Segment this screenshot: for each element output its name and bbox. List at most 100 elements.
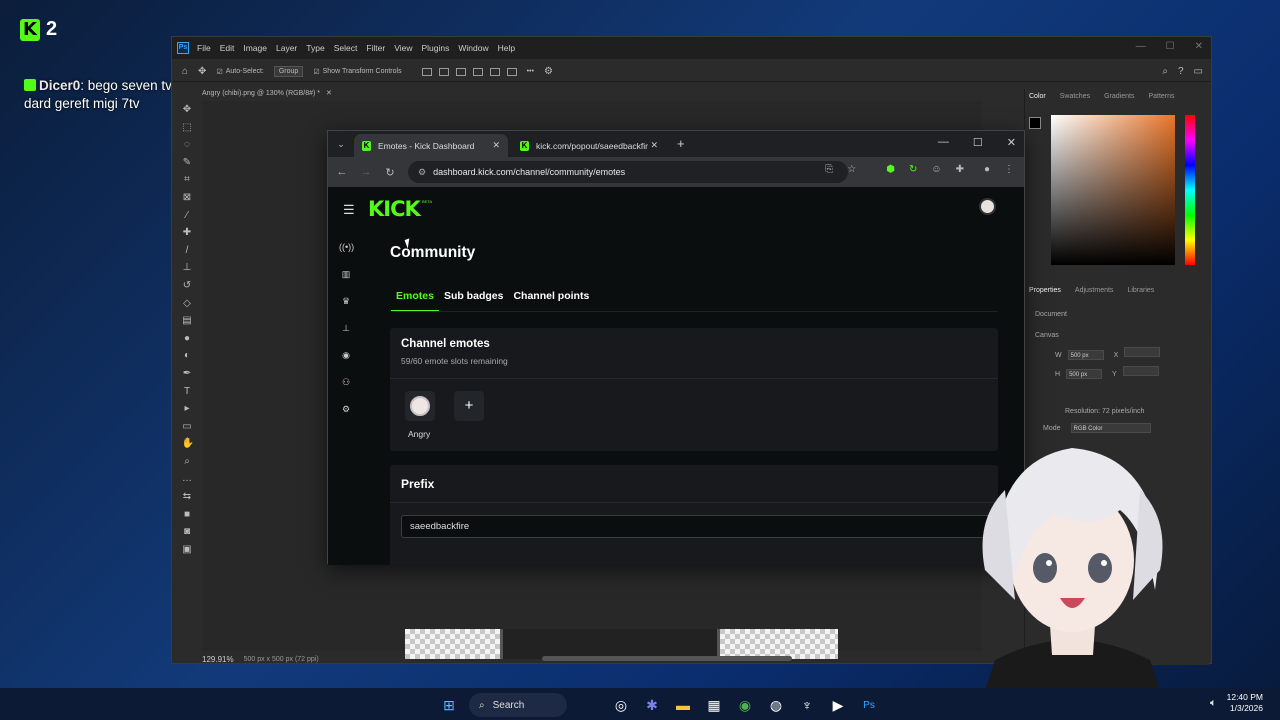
close-tab-icon[interactable]: ✕: [492, 140, 500, 151]
tab-color[interactable]: Color: [1029, 93, 1046, 100]
group-select[interactable]: Group: [273, 66, 304, 77]
minimize-icon[interactable]: —: [1136, 41, 1146, 52]
path-select-icon[interactable]: ▸: [182, 402, 193, 416]
transform-controls-checkbox[interactable]: ☑ Show Transform Controls: [313, 68, 401, 76]
move-icon[interactable]: ✥: [182, 103, 193, 117]
media-player-icon[interactable]: ▶: [827, 694, 849, 716]
menu-file[interactable]: File: [197, 43, 211, 53]
close-icon[interactable]: ✕: [1007, 136, 1016, 149]
lasso-icon[interactable]: ◌: [182, 138, 193, 152]
vtube-icon[interactable]: ♆: [796, 694, 818, 716]
type-icon[interactable]: T: [182, 385, 193, 399]
volume-icon[interactable]: 🔈︎: [1210, 697, 1217, 710]
foreground-color-icon[interactable]: ■: [182, 508, 193, 522]
maximize-icon[interactable]: ☐: [1166, 41, 1175, 52]
menu-image[interactable]: Image: [243, 43, 267, 53]
emote-angry[interactable]: [405, 391, 435, 421]
eyedropper-icon[interactable]: ⁄: [182, 209, 193, 223]
quick-select-icon[interactable]: ✎: [182, 156, 193, 170]
y-field[interactable]: [1122, 366, 1159, 376]
tab-properties[interactable]: Properties: [1029, 287, 1061, 294]
hue-slider[interactable]: [1185, 115, 1195, 265]
windows-start-icon[interactable]: ⊞: [438, 694, 460, 716]
tab-libraries[interactable]: Libraries: [1127, 287, 1154, 294]
close-icon[interactable]: ✕: [1195, 41, 1203, 52]
address-bar[interactable]: ⚙ dashboard.kick.com/channel/community/e…: [408, 161, 848, 183]
hand-icon[interactable]: ✋: [182, 437, 194, 451]
menu-layer[interactable]: Layer: [276, 43, 297, 53]
translate-icon[interactable]: ⎘: [825, 164, 833, 175]
stream-settings-icon[interactable]: ◉: [339, 349, 353, 362]
settings-gear-icon[interactable]: ⚙: [544, 66, 553, 77]
menu-kebab-icon[interactable]: ⋮: [1004, 164, 1014, 175]
reload-icon[interactable]: ↻: [378, 166, 402, 179]
x-field[interactable]: [1124, 347, 1161, 357]
workspace-icon[interactable]: ▭: [1194, 66, 1203, 77]
healing-icon[interactable]: ✚: [182, 226, 193, 240]
store-icon[interactable]: ▦: [703, 694, 725, 716]
obs-icon[interactable]: ◍: [765, 694, 787, 716]
swap-colors-icon[interactable]: ⇆: [182, 490, 193, 504]
auto-select-checkbox[interactable]: ☑ Auto-Select:: [216, 68, 263, 76]
search-icon[interactable]: ⌕: [1162, 66, 1168, 77]
add-emote-button[interactable]: +: [454, 391, 484, 421]
hamburger-menu-icon[interactable]: ☰: [343, 202, 355, 218]
shape-icon[interactable]: ▭: [182, 420, 193, 434]
width-field[interactable]: 500 px: [1067, 350, 1104, 360]
site-info-icon[interactable]: ⚙: [418, 167, 426, 178]
tab-channel-points[interactable]: Channel points: [508, 282, 594, 312]
tab-emotes-dashboard[interactable]: K Emotes - Kick Dashboard ✕: [354, 134, 508, 157]
history-brush-icon[interactable]: ↺: [182, 279, 193, 293]
widgets-icon[interactable]: ◎: [610, 694, 632, 716]
move-tool-icon[interactable]: ✥: [198, 66, 206, 77]
menu-help[interactable]: Help: [498, 43, 515, 53]
refresh-extension-icon[interactable]: ↻: [909, 164, 917, 175]
align-middle-icon[interactable]: [489, 67, 500, 76]
tab-adjustments[interactable]: Adjustments: [1075, 287, 1114, 294]
more-options-icon[interactable]: •••: [527, 68, 534, 75]
kick-logo[interactable]: KICK: [368, 197, 421, 221]
community-icon[interactable]: ⚇: [339, 376, 353, 389]
menu-select[interactable]: Select: [334, 43, 358, 53]
quick-mask-icon[interactable]: ◙: [182, 525, 193, 539]
teams-icon[interactable]: ✱: [641, 694, 663, 716]
align-center-icon[interactable]: [438, 67, 449, 76]
align-left-icon[interactable]: [421, 67, 432, 76]
lightbulb-icon[interactable]: ●: [984, 164, 990, 175]
align-top-icon[interactable]: [472, 67, 483, 76]
extensions-puzzle-icon[interactable]: ✚: [956, 164, 964, 175]
home-icon[interactable]: ⌂: [182, 66, 188, 77]
zoom-icon[interactable]: ⌕: [182, 455, 193, 469]
blur-icon[interactable]: ●: [182, 332, 193, 346]
foreground-swatch[interactable]: [1029, 117, 1041, 129]
maximize-icon[interactable]: ☐: [973, 136, 983, 149]
file-explorer-icon[interactable]: ▬: [672, 694, 694, 716]
tab-search-chevron-icon[interactable]: ⌄: [334, 137, 348, 151]
close-doc-icon[interactable]: ✕: [326, 89, 332, 97]
tab-emotes[interactable]: Emotes: [391, 282, 439, 312]
back-icon[interactable]: ←: [330, 166, 354, 178]
zoom-level[interactable]: 129.91%: [202, 655, 234, 664]
height-field[interactable]: 500 px: [1066, 369, 1103, 379]
brush-icon[interactable]: /: [182, 244, 193, 258]
horizontal-scrollbar[interactable]: [542, 656, 792, 661]
screen-mode-icon[interactable]: ▣: [182, 543, 193, 557]
menu-window[interactable]: Window: [458, 43, 488, 53]
help-icon[interactable]: ?: [1178, 66, 1184, 77]
forward-icon[interactable]: →: [354, 166, 378, 178]
crop-icon[interactable]: ⌗: [182, 173, 193, 187]
gradient-icon[interactable]: ▤: [182, 314, 193, 328]
ps-document-tab[interactable]: Angry (chibi).png @ 130% (RGB/8#) * ✕: [202, 85, 332, 101]
minimize-icon[interactable]: —: [938, 136, 949, 149]
moderation-icon[interactable]: ⊥: [339, 322, 353, 335]
shield-extension-icon[interactable]: ⬢: [886, 164, 895, 175]
color-picker-field[interactable]: [1051, 115, 1175, 265]
bookmark-star-icon[interactable]: ☆: [847, 164, 856, 175]
photoshop-taskbar-icon[interactable]: Ps: [858, 694, 880, 716]
tab-swatches[interactable]: Swatches: [1060, 93, 1090, 100]
menu-edit[interactable]: Edit: [220, 43, 235, 53]
settings-gear-icon[interactable]: ⚙: [339, 403, 353, 416]
tab-sub-badges[interactable]: Sub badges: [439, 282, 509, 312]
dodge-icon[interactable]: ◐: [182, 349, 193, 363]
stream-icon[interactable]: ((•)): [339, 241, 354, 254]
